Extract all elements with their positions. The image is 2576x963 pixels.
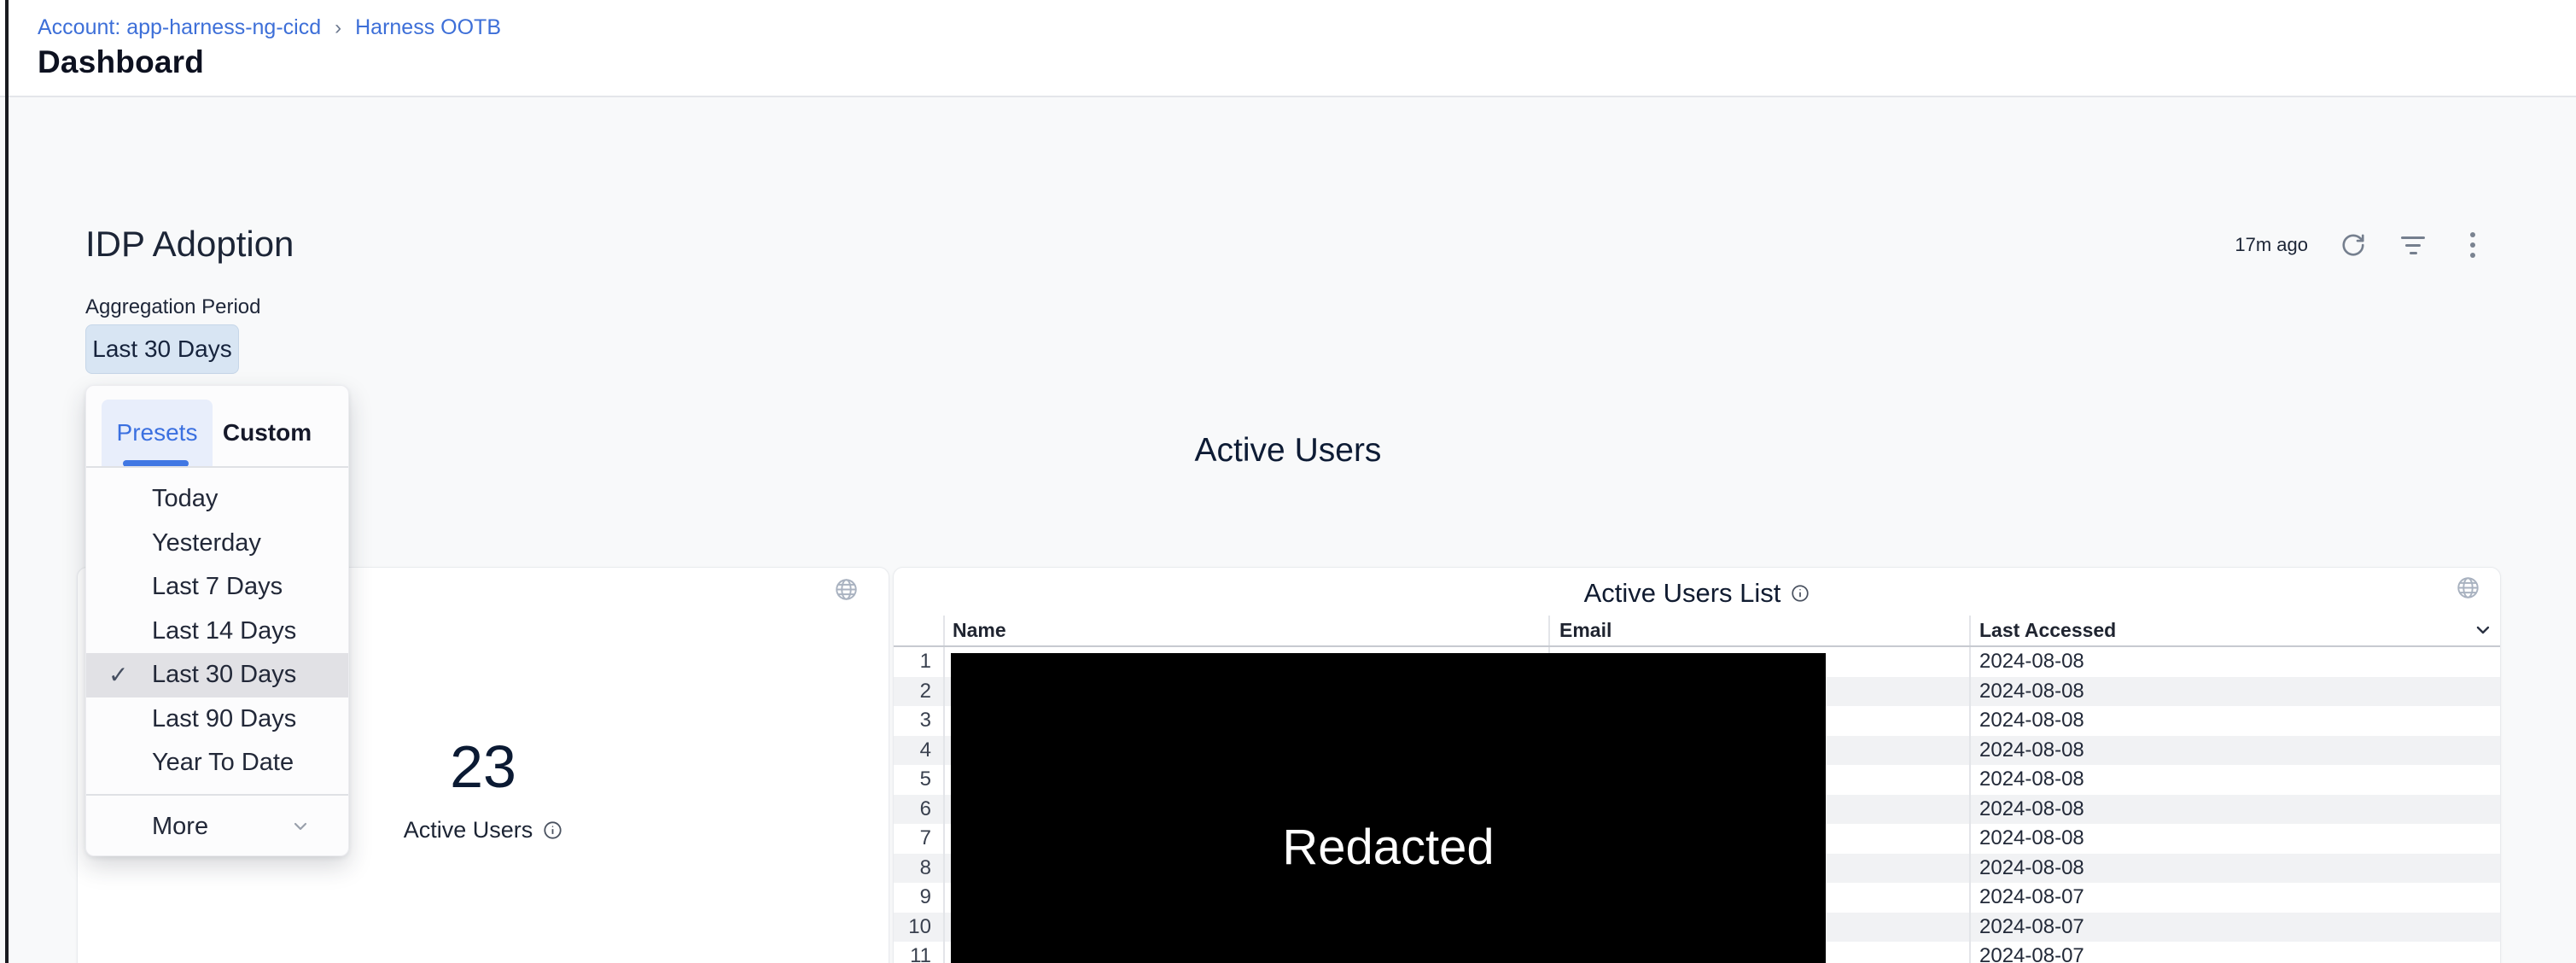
redaction-label: Redacted [1282, 819, 1494, 876]
dropdown-divider [86, 794, 348, 796]
table-title-row: Active Users List [894, 578, 2500, 609]
page-title: Dashboard [38, 44, 204, 80]
row-number-cell: 10 [894, 913, 931, 943]
column-header-last-accessed[interactable]: Last Accessed [1979, 614, 2116, 646]
row-number-cell: 4 [894, 736, 931, 766]
table-header: Name Email Last Accessed [894, 614, 2500, 646]
aggregation-period-label: Aggregation Period [85, 295, 260, 319]
breadcrumb-current-link[interactable]: Harness OOTB [355, 15, 501, 40]
tab-custom[interactable]: Custom [212, 400, 323, 466]
active-users-list-card: Active Users List [893, 567, 2501, 963]
dropdown-item-last-30-days[interactable]: ✓ Last 30 Days [86, 653, 348, 697]
tab-presets[interactable]: Presets [102, 400, 213, 466]
column-separator [1969, 616, 1971, 963]
column-header-email[interactable]: Email [1559, 614, 1611, 646]
check-icon: ✓ [108, 663, 128, 687]
last-accessed-cell: 2024-08-08 [1979, 647, 2084, 677]
row-number-cell: 6 [894, 795, 931, 825]
dropdown-item-today[interactable]: Today [86, 477, 348, 522]
table-header-divider [894, 645, 2500, 647]
row-number-cell: 1 [894, 647, 931, 677]
dashboard-name-title: IDP Adoption [85, 224, 294, 265]
last-accessed-cell: 2024-08-08 [1979, 824, 2084, 854]
breadcrumb: Account: app-harness-ng-cicd › Harness O… [38, 15, 501, 40]
dropdown-item-last-14-days[interactable]: Last 14 Days [86, 610, 348, 654]
dropdown-item-year-to-date[interactable]: Year To Date [86, 741, 348, 785]
globe-icon [2457, 576, 2480, 604]
dashboard-main: IDP Adoption 17m ago Aggregation Period … [0, 97, 2576, 963]
last-accessed-cell: 2024-08-07 [1979, 883, 2084, 913]
dropdown-tabs: Presets Custom [86, 386, 348, 466]
section-title-active-users: Active Users [77, 432, 2499, 470]
last-accessed-cell: 2024-08-08 [1979, 795, 2084, 825]
dropdown-item-label: Last 90 Days [152, 705, 296, 733]
column-separator [943, 616, 945, 963]
last-accessed-cell: 2024-08-07 [1979, 942, 2084, 963]
row-number-cell: 2 [894, 677, 931, 707]
info-icon[interactable] [543, 820, 562, 840]
dashboard-actions: 17m ago [2235, 231, 2487, 260]
table-title: Active Users List [1584, 578, 1781, 609]
refresh-icon[interactable] [2339, 231, 2368, 260]
chevron-down-icon [290, 816, 311, 841]
last-accessed-cell: 2024-08-07 [1979, 913, 2084, 943]
column-header-name[interactable]: Name [953, 614, 1006, 646]
dropdown-item-last-7-days[interactable]: Last 7 Days [86, 565, 348, 610]
filter-icon[interactable] [2398, 231, 2427, 260]
redaction-overlay: Redacted [951, 653, 1826, 963]
dropdown-item-label: Year To Date [152, 749, 294, 777]
date-range-dropdown: Presets Custom Today Yesterday Last 7 Days… [85, 385, 349, 856]
dashboard-page: Account: app-harness-ng-cicd › Harness O… [0, 0, 2576, 963]
chevron-down-icon[interactable] [2473, 620, 2493, 645]
dropdown-item-label: Yesterday [152, 529, 261, 557]
breadcrumb-account-link[interactable]: Account: app-harness-ng-cicd [38, 15, 321, 40]
last-accessed-cell: 2024-08-08 [1979, 706, 2084, 736]
dropdown-item-label: Last 30 Days [152, 661, 296, 689]
aggregation-period-button[interactable]: Last 30 Days [85, 324, 239, 374]
top-bar: Account: app-harness-ng-cicd › Harness O… [0, 0, 2576, 97]
globe-icon [835, 578, 858, 605]
last-accessed-cell: 2024-08-08 [1979, 854, 2084, 884]
dropdown-item-last-90-days[interactable]: Last 90 Days [86, 697, 348, 742]
more-label: More [152, 813, 208, 841]
dropdown-item-label: Last 7 Days [152, 573, 283, 601]
last-accessed-cell: 2024-08-08 [1979, 765, 2084, 795]
dropdown-item-yesterday[interactable]: Yesterday [86, 522, 348, 566]
stat-label: Active Users [404, 817, 533, 843]
row-number-cell: 11 [894, 942, 931, 963]
dropdown-divider [86, 466, 348, 468]
last-accessed-cell: 2024-08-08 [1979, 736, 2084, 766]
left-edge-line [5, 0, 9, 963]
info-icon[interactable] [1791, 584, 1810, 603]
more-options-icon[interactable] [2458, 231, 2487, 260]
row-number-cell: 8 [894, 854, 931, 884]
row-number-cell: 5 [894, 765, 931, 795]
dropdown-item-label: Last 14 Days [152, 617, 296, 645]
row-number-cell: 3 [894, 706, 931, 736]
last-updated-text: 17m ago [2235, 234, 2308, 256]
last-accessed-cell: 2024-08-08 [1979, 677, 2084, 707]
row-number-cell: 7 [894, 824, 931, 854]
dropdown-item-label: Today [152, 485, 218, 513]
dropdown-item-more[interactable]: More [86, 802, 348, 850]
row-number-cell: 9 [894, 883, 931, 913]
preset-list: Today Yesterday Last 7 Days Last 14 Days ✓ La… [86, 477, 348, 785]
breadcrumb-separator: › [335, 16, 341, 40]
